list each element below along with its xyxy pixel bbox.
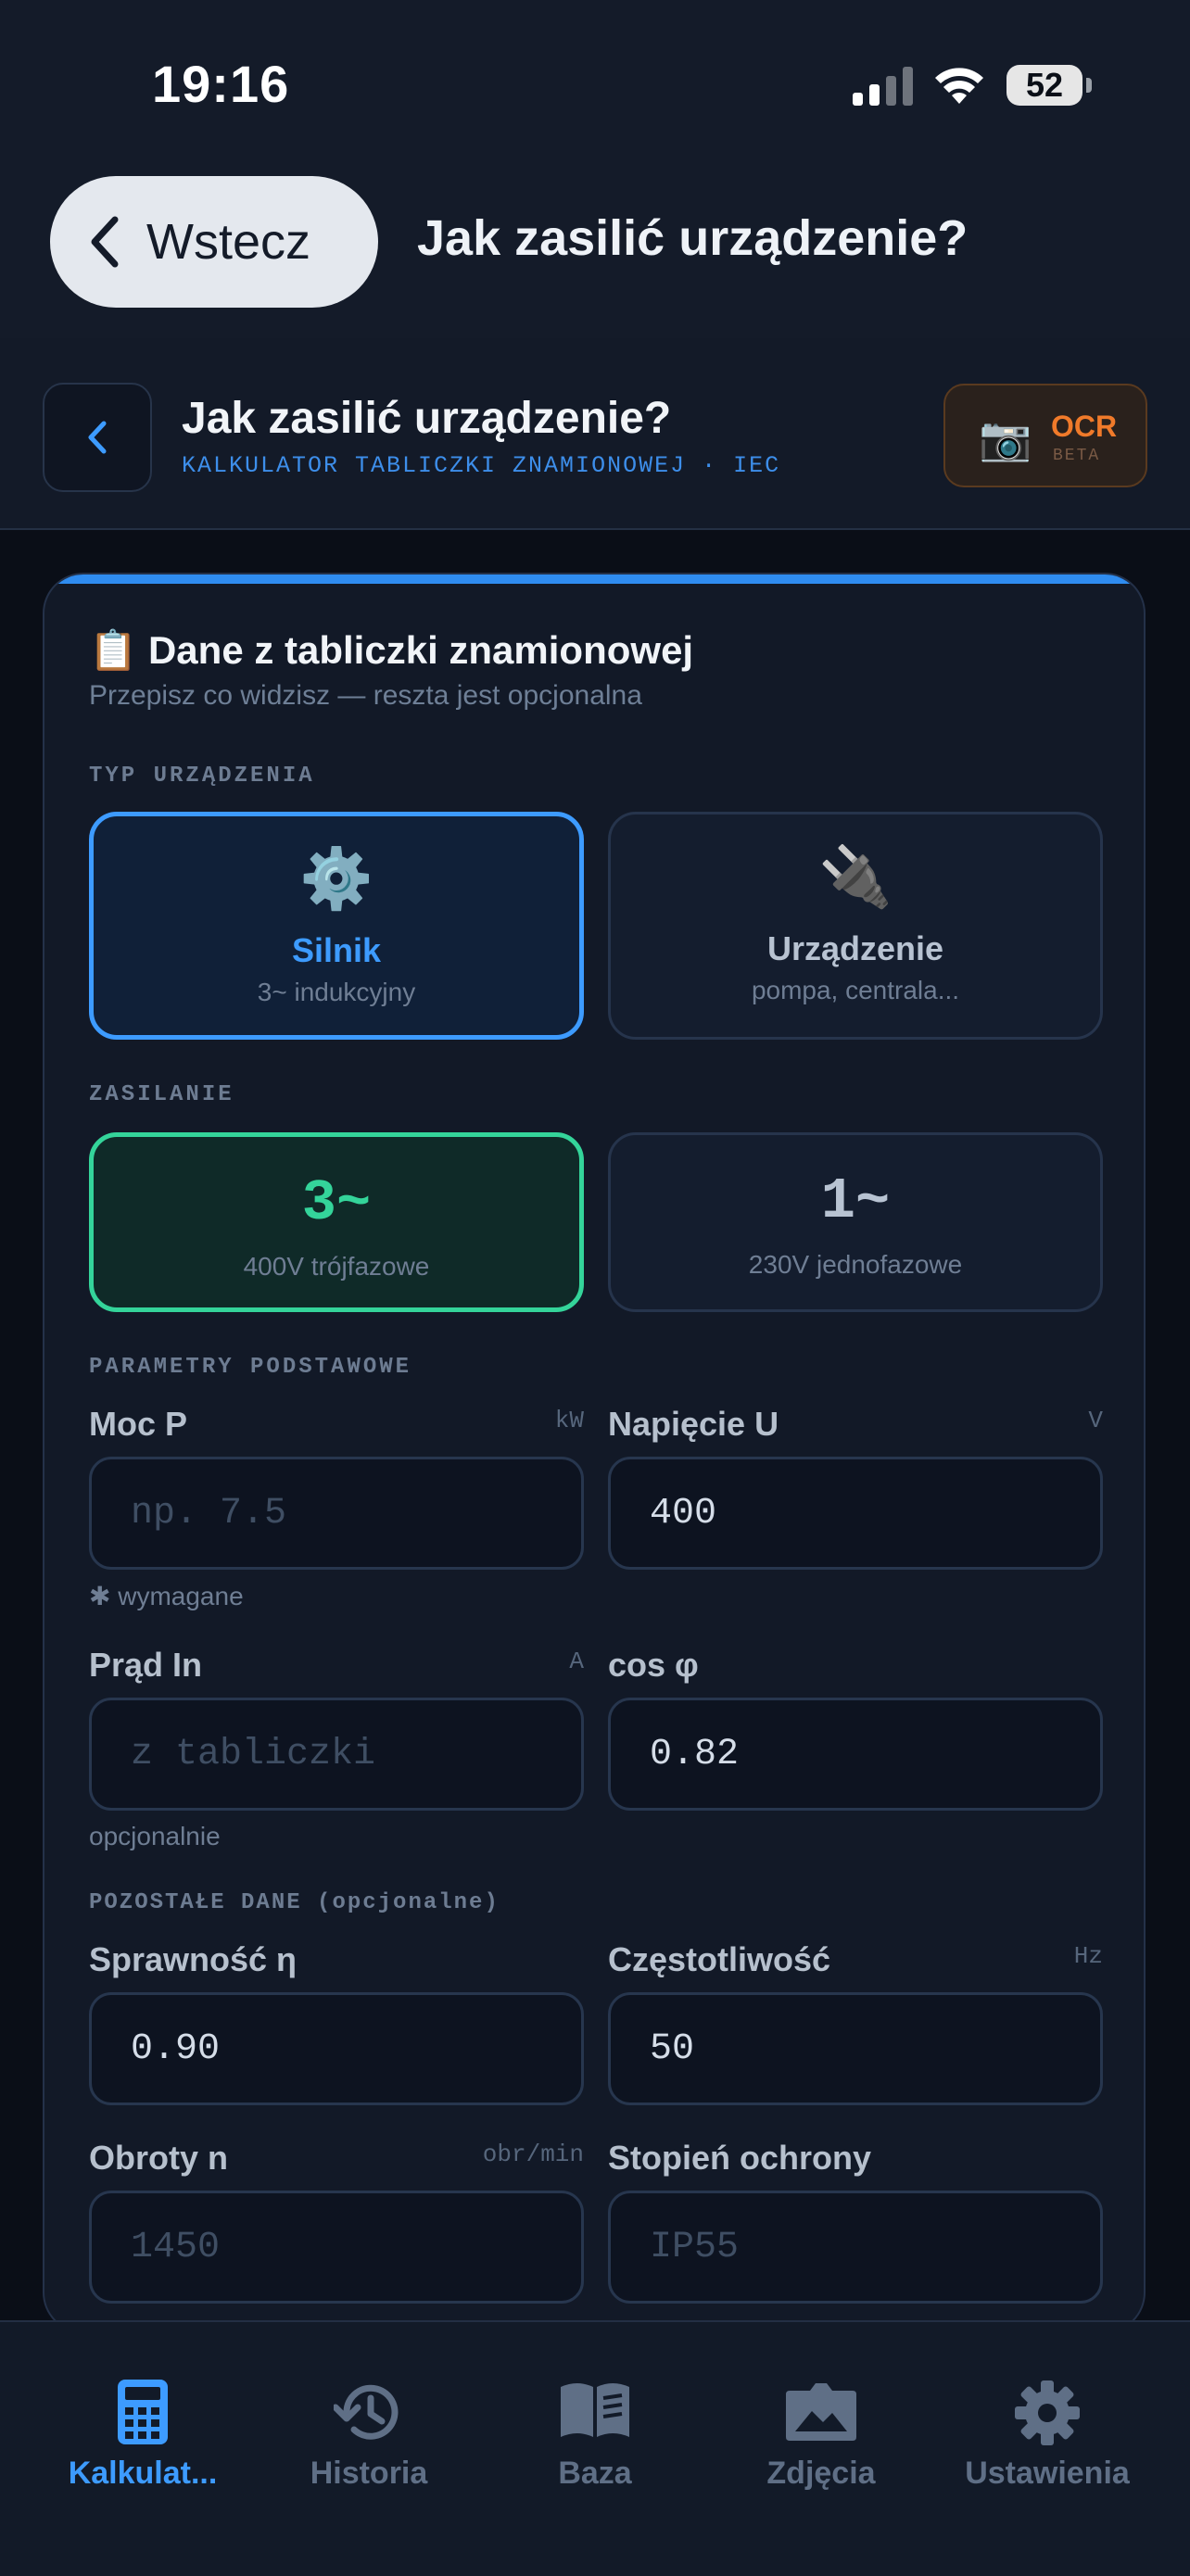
- photos-icon: [786, 2383, 856, 2441]
- header-title: Jak zasilić urządzenie?: [182, 394, 672, 443]
- power-unit: kW: [554, 1407, 584, 1434]
- speed-input[interactable]: [89, 2191, 584, 2304]
- signal-icon: [853, 67, 913, 106]
- nav-title: Jak zasilić urządzenie?: [417, 210, 968, 266]
- card-subtitle: Przepisz co widzisz — reszta jest opcjon…: [89, 680, 642, 711]
- voltage-unit: V: [1088, 1407, 1103, 1434]
- header-back-button[interactable]: [43, 383, 152, 492]
- three-phase-desc: 400V trójfazowe: [243, 1252, 430, 1281]
- other-data-section-label: POZOSTAŁE DANE (opcjonalne): [89, 1890, 500, 1915]
- header-subtitle: KALKULATOR TABLICZKI ZNAMIONOWEJ · IEC: [182, 452, 781, 479]
- back-button-label: Wstecz: [146, 214, 311, 270]
- tab-calculator[interactable]: Kalkulat...: [24, 2320, 261, 2506]
- battery-indicator: 52: [1006, 65, 1082, 106]
- tab-base-label: Baza: [558, 2456, 632, 2491]
- cosphi-label: cos φ: [608, 1646, 699, 1684]
- efficiency-label: Sprawność η: [89, 1940, 298, 1978]
- device-type-motor-option[interactable]: ⚙️ Silnik 3~ indukcyjny: [89, 812, 584, 1040]
- current-label: Prąd In: [89, 1646, 203, 1684]
- device-option-name: Urządzenie: [766, 929, 944, 967]
- calculator-icon: [118, 2380, 168, 2444]
- plug-icon: 🔌: [818, 843, 892, 910]
- protection-label: Stopień ochrony: [608, 2139, 872, 2177]
- device-type-section-label: TYP URZĄDZENIA: [89, 764, 315, 789]
- device-option-desc: pompa, centrala...: [751, 976, 960, 1004]
- frequency-input[interactable]: [608, 1992, 1103, 2105]
- card-title: 📋 Dane z tabliczki znamionowej: [89, 628, 693, 674]
- book-icon: [561, 2383, 629, 2437]
- cosphi-input[interactable]: [608, 1698, 1103, 1811]
- speed-label: Obroty n: [89, 2139, 228, 2177]
- tab-photos-label: Zdjęcia: [766, 2456, 876, 2491]
- history-icon: [334, 2384, 399, 2440]
- frequency-label: Częstotliwość: [608, 1940, 831, 1978]
- chevron-left-icon: [91, 216, 119, 268]
- wifi-icon: [935, 68, 983, 104]
- ocr-label: OCR: [1051, 410, 1118, 443]
- basic-params-section-label: PARAMETRY PODSTAWOWE: [89, 1355, 412, 1380]
- back-button[interactable]: Wstecz: [50, 176, 378, 308]
- card-accent-bar: [44, 575, 1144, 584]
- power-required-hint: ✱ wymagane: [89, 1582, 244, 1610]
- tab-history-label: Historia: [310, 2456, 428, 2491]
- power-label: Moc P: [89, 1405, 188, 1443]
- frequency-unit: Hz: [1073, 1942, 1103, 1970]
- power-input[interactable]: [89, 1457, 584, 1570]
- current-input[interactable]: [89, 1698, 584, 1811]
- current-optional-hint: opcjonalnie: [89, 1822, 221, 1850]
- tab-history[interactable]: Historia: [250, 2320, 487, 2506]
- single-phase-desc: 230V jednofazowe: [748, 1250, 963, 1279]
- nameplate-card: 📋 Dane z tabliczki znamionowej Przepisz …: [43, 573, 1146, 2333]
- single-phase-symbol: 1~: [820, 1168, 891, 1234]
- tab-base[interactable]: Baza: [476, 2320, 714, 2506]
- tab-calculator-label: Kalkulat...: [68, 2456, 218, 2491]
- protection-input[interactable]: [608, 2191, 1103, 2304]
- supply-single-phase-option[interactable]: 1~ 230V jednofazowe: [608, 1132, 1103, 1312]
- clipboard-icon: 📋: [89, 628, 138, 672]
- motor-option-desc: 3~ indukcyjny: [257, 978, 416, 1006]
- voltage-label: Napięcie U: [608, 1405, 779, 1443]
- gear-icon: [1015, 2380, 1080, 2445]
- ocr-button[interactable]: 📷 OCR BETA: [943, 384, 1147, 487]
- motor-option-name: Silnik: [291, 931, 382, 969]
- efficiency-input[interactable]: [89, 1992, 584, 2105]
- voltage-input[interactable]: [608, 1457, 1103, 1570]
- status-time: 19:16: [152, 55, 290, 113]
- camera-icon: 📷: [979, 414, 1032, 462]
- tab-settings[interactable]: Ustawienia: [929, 2320, 1166, 2506]
- supply-three-phase-option[interactable]: 3~ 400V trójfazowe: [89, 1132, 584, 1312]
- battery-tip: [1086, 78, 1092, 93]
- tab-photos[interactable]: Zdjęcia: [703, 2320, 940, 2506]
- three-phase-symbol: 3~: [301, 1170, 372, 1236]
- supply-section-label: ZASILANIE: [89, 1082, 234, 1107]
- device-type-device-option[interactable]: 🔌 Urządzenie pompa, centrala...: [608, 812, 1103, 1040]
- card-title-text: Dane z tabliczki znamionowej: [147, 628, 694, 672]
- tab-settings-label: Ustawienia: [965, 2456, 1130, 2491]
- ocr-beta-badge: BETA: [1053, 447, 1101, 465]
- speed-unit: obr/min: [482, 2140, 584, 2168]
- chevron-left-icon: [88, 421, 107, 454]
- current-unit: A: [569, 1648, 584, 1675]
- gear-icon: ⚙️: [299, 845, 373, 912]
